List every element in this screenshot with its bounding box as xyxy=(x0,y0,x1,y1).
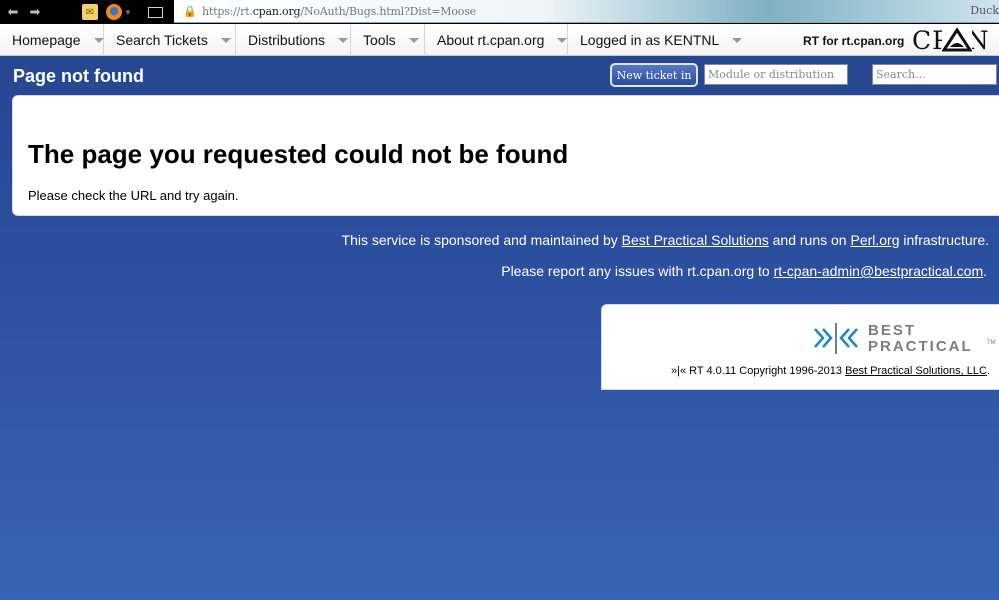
mail-icon[interactable]: ✉ xyxy=(82,4,98,20)
chevron-down-icon xyxy=(338,38,349,43)
new-ticket-button[interactable]: New ticket in xyxy=(610,63,698,87)
back-arrow-icon[interactable]: ⬅ xyxy=(4,3,22,21)
chevron-down-icon xyxy=(732,38,743,43)
forward-arrow-icon[interactable]: ➡ xyxy=(26,3,44,21)
best-practical-mark-icon xyxy=(814,323,858,354)
trademark-mark: TM xyxy=(987,340,996,346)
best-practical-box: BEST PRACTICAL TM »|« RT 4.0.11 Copyrigh… xyxy=(601,304,999,390)
menu-item-about[interactable]: About rt.cpan.org xyxy=(425,23,568,56)
report-text: Please report any issues with rt.cpan.or… xyxy=(501,263,774,279)
cpan-onion-icon xyxy=(942,27,972,53)
copyright-text: »|« RT 4.0.11 Copyright 1996-2013 xyxy=(670,365,846,377)
content-box: The page you requested could not be foun… xyxy=(12,95,999,216)
menu-item-label: About rt.cpan.org xyxy=(437,31,545,48)
site-label: RT for rt.cpan.org xyxy=(803,34,905,48)
admin-email-link[interactable]: rt-cpan-admin@bestpractical.com xyxy=(774,263,984,279)
copyright-line: »|« RT 4.0.11 Copyright 1996-2013 Best P… xyxy=(671,365,990,377)
address-bar[interactable]: 🔒 https://rt.cpan.org/NoAuth/Bugs.html?D… xyxy=(174,0,999,23)
logo-word-best: BEST xyxy=(868,322,917,339)
browser-toolbar: ⬅ ➡ ✉ ▼ 🔒 https://rt.cpan.org/NoAuth/Bug… xyxy=(0,0,999,24)
best-practical-link[interactable]: Best Practical Solutions xyxy=(622,232,769,248)
chevron-down-icon xyxy=(93,38,104,43)
error-heading: The page you requested could not be foun… xyxy=(28,139,569,169)
chevron-down-icon xyxy=(220,38,231,43)
menu-item-distributions[interactable]: Distributions xyxy=(236,23,351,56)
sponsor-line: This service is sponsored and maintained… xyxy=(342,232,989,248)
perl-org-link[interactable]: Perl.org xyxy=(850,232,899,248)
best-practical-llc-link[interactable]: Best Practical Solutions, LLC xyxy=(845,365,987,377)
error-message: Please check the URL and try again. xyxy=(28,188,239,203)
menu-item-label: Distributions xyxy=(248,31,326,48)
firefox-icon[interactable] xyxy=(106,4,122,20)
page-title: Page not found xyxy=(13,66,144,86)
report-line: Please report any issues with rt.cpan.or… xyxy=(501,263,987,279)
chevron-down-icon xyxy=(557,38,568,43)
menu-item-logged-in[interactable]: Logged in as KENTNL xyxy=(568,24,743,56)
window-icon[interactable] xyxy=(147,6,163,18)
cpan-logo[interactable]: CPAN xyxy=(912,26,999,54)
search-input[interactable] xyxy=(872,64,997,85)
lock-icon: 🔒 xyxy=(183,4,197,18)
module-input[interactable] xyxy=(704,64,848,85)
menu-item-label: Homepage xyxy=(12,31,81,48)
menu-item-label: Logged in as KENTNL xyxy=(580,31,720,48)
url-text[interactable]: https://rt.cpan.org/NoAuth/Bugs.html?Dis… xyxy=(202,5,476,18)
search-engine-label[interactable]: Duck xyxy=(970,4,999,17)
logo-word-practical: PRACTICAL xyxy=(868,338,973,355)
menu-item-label: Search Tickets xyxy=(116,31,208,48)
sponsor-text-middle: and runs on xyxy=(768,232,851,248)
sponsor-text: This service is sponsored and maintained… xyxy=(341,232,622,248)
menu-item-search-tickets[interactable]: Search Tickets xyxy=(104,23,236,56)
menu-item-tools[interactable]: Tools xyxy=(351,23,425,56)
top-menu: Homepage Search Tickets Distributions To… xyxy=(0,23,999,56)
menu-item-homepage[interactable]: Homepage xyxy=(0,23,104,56)
menu-item-label: Tools xyxy=(363,31,396,48)
sponsor-text-end: infrastructure. xyxy=(899,232,989,248)
chevron-down-icon xyxy=(408,38,419,43)
chevron-down-icon[interactable]: ▼ xyxy=(124,8,132,17)
best-practical-logo[interactable]: BEST PRACTICAL TM xyxy=(812,321,996,355)
report-text-end: . xyxy=(983,263,987,279)
copyright-end: . xyxy=(986,365,990,377)
